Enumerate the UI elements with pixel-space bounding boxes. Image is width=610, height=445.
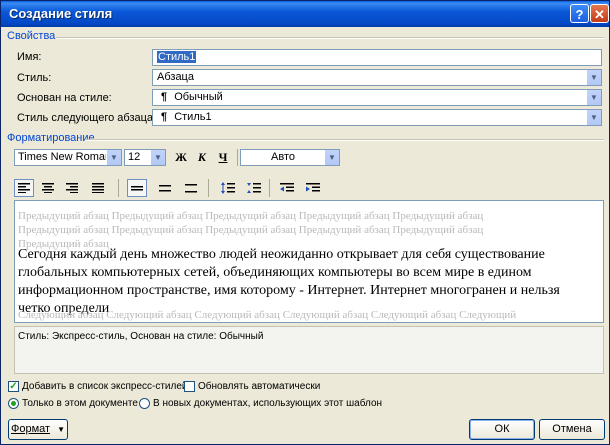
window-title: Создание стиля: [9, 6, 113, 21]
next-style-label: Стиль следующего абзаца:: [17, 112, 157, 124]
chevron-down-icon[interactable]: ▼: [150, 150, 165, 165]
toolbar-separator: [208, 179, 209, 197]
preview-previous-paragraph: Предыдущий абзац Предыдущий абзац Предыд…: [18, 210, 484, 250]
formatting-divider: [85, 139, 604, 141]
style-description: Стиль: Экспресс-стиль, Основан на стиле:…: [14, 326, 604, 374]
decrease-spacing-before-button[interactable]: [244, 179, 264, 197]
decrease-indent-icon: [280, 183, 294, 192]
style-description-text: Стиль: Экспресс-стиль, Основан на стиле:…: [18, 331, 264, 342]
single-spacing-icon: [131, 186, 143, 191]
align-center-icon: [42, 183, 54, 193]
preview-next-paragraph: Следующий абзац Следующий абзац Следующи…: [18, 309, 517, 321]
based-on-select[interactable]: ¶ Обычный ▼: [152, 89, 602, 106]
formatting-section-label: Форматирование: [7, 132, 95, 144]
auto-update-label: Обновлять автоматически: [198, 381, 321, 392]
name-input-value: Стиль1: [157, 51, 197, 63]
decrease-indent-button[interactable]: [277, 179, 297, 197]
toolbar-separator: [269, 179, 270, 197]
style-type-select[interactable]: Абзаца ▼: [152, 69, 602, 86]
based-on-value: Обычный: [174, 91, 223, 103]
format-button-label: Формат: [10, 423, 51, 435]
one-and-half-spacing-icon: [159, 185, 171, 192]
add-to-quick-styles-label: Добавить в список экспресс-стилей: [22, 381, 188, 392]
chevron-down-icon[interactable]: ▼: [586, 70, 601, 85]
align-right-icon: [66, 183, 78, 193]
help-button[interactable]: ?: [570, 4, 589, 23]
new-documents-label: В новых документах, использующих этот ша…: [153, 398, 383, 409]
create-style-dialog: Создание стиля ? ✕ Свойства Имя: Стиль1 …: [0, 0, 610, 445]
justify-icon: [92, 183, 104, 193]
paragraph-mark-icon: ¶: [161, 111, 168, 123]
style-type-value: Абзаца: [157, 71, 194, 83]
chevron-down-icon[interactable]: ▼: [324, 150, 339, 165]
chevron-down-icon[interactable]: ▼: [586, 110, 601, 125]
cancel-button[interactable]: Отмена: [539, 419, 605, 440]
chevron-down-icon[interactable]: ▼: [586, 90, 601, 105]
font-size-select[interactable]: 12 ▼: [124, 149, 166, 166]
style-type-label: Стиль:: [17, 72, 52, 84]
add-to-quick-styles-checkbox[interactable]: ✓: [8, 381, 19, 392]
paragraph-mark-icon: ¶: [161, 91, 168, 103]
italic-button[interactable]: К: [192, 149, 212, 166]
ok-button[interactable]: ОК: [469, 419, 535, 440]
toolbar-separator: [237, 149, 238, 166]
align-left-button[interactable]: [14, 179, 34, 197]
next-style-select[interactable]: ¶ Стиль1 ▼: [152, 109, 602, 126]
name-label: Имя:: [17, 51, 42, 63]
underline-button[interactable]: Ч: [213, 149, 233, 166]
only-this-document-radio[interactable]: [8, 398, 19, 409]
bold-button[interactable]: Ж: [171, 149, 191, 166]
increase-spacing-before-button[interactable]: [218, 179, 238, 197]
close-button[interactable]: ✕: [590, 4, 609, 23]
spacing-after-icon: [247, 183, 261, 193]
caret-down-icon: ▼: [57, 425, 66, 434]
auto-update-checkbox[interactable]: [184, 381, 195, 392]
properties-divider: [56, 37, 604, 39]
new-documents-radio[interactable]: [139, 398, 150, 409]
align-center-button[interactable]: [38, 179, 58, 197]
font-color-select[interactable]: Авто ▼: [240, 149, 340, 166]
name-input[interactable]: Стиль1: [152, 49, 602, 66]
font-color-value: Авто: [271, 151, 295, 163]
title-bar: Создание стиля ? ✕: [1, 1, 609, 27]
increase-indent-icon: [306, 183, 320, 192]
spacing-before-icon: [221, 182, 235, 194]
double-spacing-icon: [185, 184, 197, 193]
align-left-icon: [18, 183, 30, 193]
based-on-label: Основан на стиле:: [17, 92, 112, 104]
style-preview: Предыдущий абзац Предыдущий абзац Предыд…: [14, 200, 604, 323]
format-button[interactable]: Формат ▼: [8, 419, 68, 440]
font-size-value: 12: [128, 151, 141, 163]
only-this-document-label: Только в этом документе: [22, 398, 138, 409]
chevron-down-icon[interactable]: ▼: [106, 150, 121, 165]
font-value: Times New Roman: [18, 151, 112, 163]
justify-button[interactable]: [88, 179, 108, 197]
increase-indent-button[interactable]: [303, 179, 323, 197]
properties-section-label: Свойства: [7, 30, 56, 42]
single-spacing-button[interactable]: [127, 179, 147, 197]
double-spacing-button[interactable]: [181, 179, 201, 197]
toolbar-separator: [118, 179, 119, 197]
align-right-button[interactable]: [62, 179, 82, 197]
one-and-half-spacing-button[interactable]: [155, 179, 175, 197]
next-style-value: Стиль1: [174, 111, 212, 123]
font-select[interactable]: Times New Roman ▼: [14, 149, 122, 166]
